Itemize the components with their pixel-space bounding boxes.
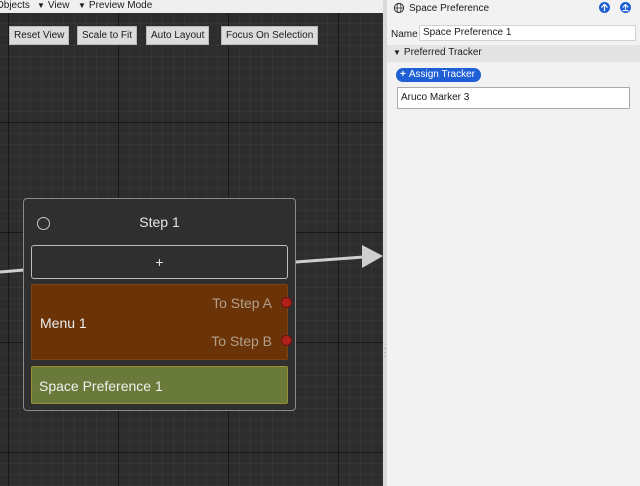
output-port-a[interactable]	[281, 297, 292, 308]
inspector-panel: Space Preference Name Space Preference 1…	[387, 0, 640, 486]
assign-tracker-label: Assign Tracker	[408, 69, 475, 80]
collapse-caret-icon: ▼	[393, 48, 401, 57]
move-up-button[interactable]	[599, 2, 610, 13]
output-port-b[interactable]	[281, 335, 292, 346]
menu-action-title: Menu 1	[40, 315, 87, 331]
upload-icon	[622, 4, 629, 12]
upload-button[interactable]	[620, 2, 631, 13]
inspector-header: Space Preference	[387, 0, 640, 17]
space-preference-block[interactable]: Space Preference 1	[31, 366, 288, 404]
arrow-head-icon	[362, 245, 383, 268]
globe-icon	[393, 2, 405, 14]
menu-output-label-b: To Step B	[211, 333, 272, 349]
inspector-title: Space Preference	[409, 3, 490, 14]
name-label: Name	[391, 29, 418, 40]
name-input[interactable]: Space Preference 1	[419, 25, 636, 41]
step-node[interactable]: Step 1 + Menu 1 To Step A To Step B Spac…	[23, 198, 296, 411]
outgoing-connection	[295, 255, 365, 264]
tracker-field[interactable]: Aruco Marker 3	[397, 87, 630, 109]
plus-icon: +	[400, 69, 406, 80]
step-title: Step 1	[139, 214, 180, 230]
arrow-up-icon	[601, 3, 608, 12]
section-title: Preferred Tracker	[403, 47, 482, 58]
preferred-tracker-section-header[interactable]: ▼ Preferred Tracker	[387, 45, 640, 62]
menu-action-block[interactable]: Menu 1 To Step A To Step B	[31, 284, 292, 360]
assign-tracker-button[interactable]: + Assign Tracker	[396, 68, 481, 82]
space-preference-block-title: Space Preference 1	[39, 378, 163, 394]
graph-canvas[interactable]: Objects ▼View ▼Preview Mode Reset View S…	[0, 0, 383, 486]
add-action-button[interactable]: +	[31, 245, 288, 279]
incoming-connection	[0, 268, 25, 274]
menu-output-label-a: To Step A	[212, 295, 272, 311]
